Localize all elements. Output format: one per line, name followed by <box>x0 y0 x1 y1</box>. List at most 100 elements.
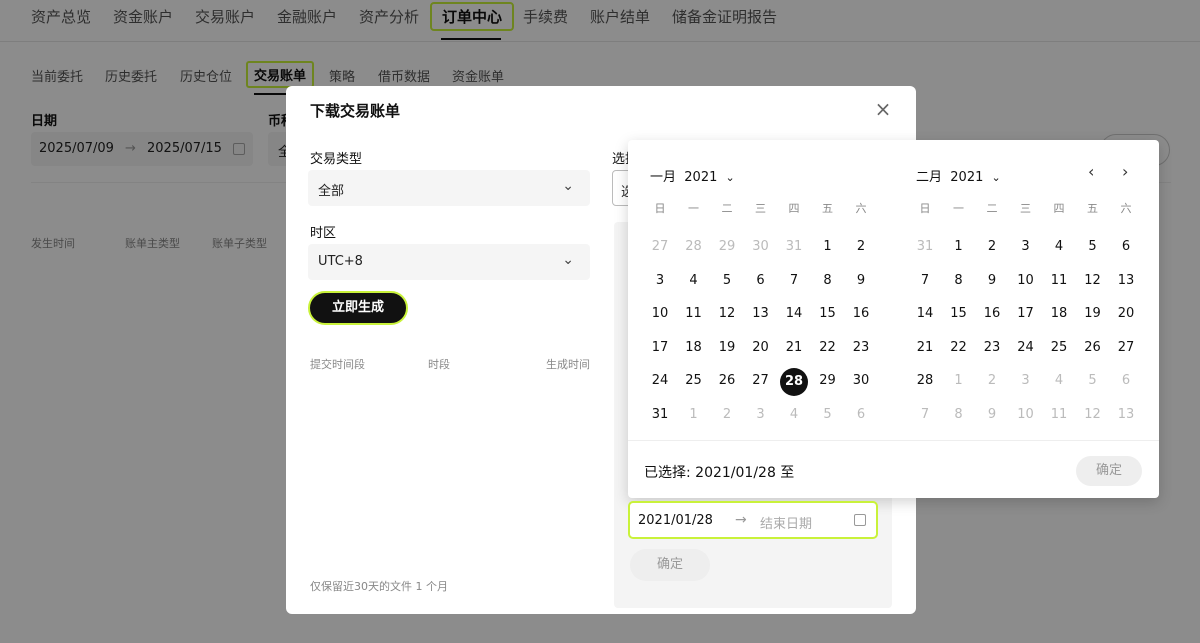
calendar-day[interactable]: 27 <box>1109 335 1143 361</box>
calendar-day[interactable]: 4 <box>1042 234 1076 260</box>
calendar-day[interactable]: 6 <box>1109 368 1143 394</box>
calendar-day[interactable]: 30 <box>844 368 878 394</box>
right-month-header[interactable]: 二月 2021 ⌄ <box>916 166 1001 185</box>
calendar-day[interactable]: 5 <box>1076 368 1110 394</box>
calendar-day[interactable]: 9 <box>844 268 878 294</box>
calendar-day[interactable]: 25 <box>1042 335 1076 361</box>
calendar-day[interactable]: 31 <box>643 402 677 428</box>
confirm-button[interactable]: 确定 <box>630 549 710 581</box>
close-icon[interactable]: × <box>872 98 894 120</box>
calendar-day-selected[interactable]: 28 <box>777 368 811 396</box>
calendar-day[interactable]: 20 <box>744 335 778 361</box>
calendar-day[interactable]: 19 <box>1076 301 1110 327</box>
calendar-day[interactable]: 27 <box>643 234 677 260</box>
calendar-day[interactable]: 14 <box>908 301 942 327</box>
calendar-day[interactable]: 11 <box>677 301 711 327</box>
calendar-day[interactable]: 9 <box>975 268 1009 294</box>
calendar-day[interactable]: 22 <box>811 335 845 361</box>
calendar-day[interactable]: 12 <box>710 301 744 327</box>
calendar-day[interactable]: 1 <box>811 234 845 260</box>
calendar-day[interactable]: 2 <box>710 402 744 428</box>
calendar-ok-button[interactable]: 确定 <box>1076 456 1142 486</box>
calendar-day[interactable]: 11 <box>1042 402 1076 428</box>
calendar-day[interactable]: 17 <box>1009 301 1043 327</box>
calendar-day[interactable]: 2 <box>975 234 1009 260</box>
generate-button[interactable]: 立即生成 <box>308 291 408 325</box>
calendar-day[interactable]: 27 <box>744 368 778 394</box>
chevron-down-icon: ⌄ <box>562 178 574 194</box>
calendar-day[interactable]: 10 <box>1009 268 1043 294</box>
calendar-day[interactable]: 6 <box>844 402 878 428</box>
range-date-input[interactable]: 2021/01/28 → 结束日期 <box>628 501 878 539</box>
timezone-select[interactable]: UTC+8 ⌄ <box>308 244 590 280</box>
calendar-day[interactable]: 7 <box>908 268 942 294</box>
calendar-day[interactable]: 13 <box>1109 402 1143 428</box>
calendar-day[interactable]: 2 <box>975 368 1009 394</box>
calendar-day[interactable]: 17 <box>643 335 677 361</box>
calendar-day[interactable]: 15 <box>942 301 976 327</box>
calendar-day[interactable]: 1 <box>942 234 976 260</box>
calendar-day[interactable]: 5 <box>1076 234 1110 260</box>
calendar-day[interactable]: 30 <box>744 234 778 260</box>
calendar-day[interactable]: 10 <box>1009 402 1043 428</box>
calendar-day[interactable]: 13 <box>1109 268 1143 294</box>
calendar-day[interactable]: 19 <box>710 335 744 361</box>
calendar-day[interactable]: 7 <box>777 268 811 294</box>
calendar-day[interactable]: 22 <box>942 335 976 361</box>
left-month-header[interactable]: 一月 2021 ⌄ <box>650 166 735 185</box>
arrow-right-icon: → <box>735 512 747 528</box>
calendar-day[interactable]: 11 <box>1042 268 1076 294</box>
calendar-day[interactable]: 24 <box>1009 335 1043 361</box>
calendar-day[interactable]: 8 <box>942 268 976 294</box>
calendar-day[interactable]: 3 <box>1009 368 1043 394</box>
end-date-placeholder[interactable]: 结束日期 <box>760 513 812 532</box>
calendar-day[interactable]: 18 <box>1042 301 1076 327</box>
calendar-day[interactable]: 28 <box>908 368 942 394</box>
weekday-label: 二 <box>721 202 733 215</box>
calendar-day[interactable]: 7 <box>908 402 942 428</box>
calendar-day[interactable]: 24 <box>643 368 677 394</box>
calendar-day[interactable]: 28 <box>677 234 711 260</box>
calendar-day[interactable]: 8 <box>811 268 845 294</box>
calendar-day[interactable]: 1 <box>677 402 711 428</box>
calendar-day[interactable]: 4 <box>777 402 811 428</box>
calendar-day[interactable]: 3 <box>643 268 677 294</box>
calendar-day[interactable]: 6 <box>1109 234 1143 260</box>
calendar-day[interactable]: 10 <box>643 301 677 327</box>
calendar-day[interactable]: 5 <box>811 402 845 428</box>
calendar-day[interactable]: 25 <box>677 368 711 394</box>
calendar-day[interactable]: 21 <box>908 335 942 361</box>
calendar-day[interactable]: 18 <box>677 335 711 361</box>
calendar-day[interactable]: 12 <box>1076 268 1110 294</box>
calendar-day[interactable]: 15 <box>811 301 845 327</box>
calendar-day[interactable]: 26 <box>1076 335 1110 361</box>
calendar-day[interactable]: 3 <box>1009 234 1043 260</box>
calendar-day[interactable]: 9 <box>975 402 1009 428</box>
next-month-icon[interactable]: › <box>1122 162 1128 181</box>
calendar-day[interactable]: 8 <box>942 402 976 428</box>
calendar-day[interactable]: 2 <box>844 234 878 260</box>
calendar-day[interactable]: 29 <box>710 234 744 260</box>
calendar-day[interactable]: 31 <box>908 234 942 260</box>
calendar-day[interactable]: 23 <box>975 335 1009 361</box>
calendar-day[interactable]: 4 <box>677 268 711 294</box>
calendar-day[interactable]: 3 <box>744 402 778 428</box>
calendar-day[interactable]: 1 <box>942 368 976 394</box>
calendar-day[interactable]: 23 <box>844 335 878 361</box>
calendar-day[interactable]: 16 <box>844 301 878 327</box>
calendar-day[interactable]: 20 <box>1109 301 1143 327</box>
calendar-day[interactable]: 31 <box>777 234 811 260</box>
calendar-day[interactable]: 14 <box>777 301 811 327</box>
calendar-day[interactable]: 4 <box>1042 368 1076 394</box>
calendar-day[interactable]: 26 <box>710 368 744 394</box>
weekday-label: 一 <box>953 202 964 215</box>
calendar-day[interactable]: 21 <box>777 335 811 361</box>
calendar-day[interactable]: 12 <box>1076 402 1110 428</box>
calendar-day[interactable]: 16 <box>975 301 1009 327</box>
calendar-day[interactable]: 6 <box>744 268 778 294</box>
prev-month-icon[interactable]: ‹ <box>1088 162 1094 181</box>
calendar-day[interactable]: 29 <box>811 368 845 394</box>
trade-type-select[interactable]: 全部 ⌄ <box>308 170 590 206</box>
calendar-day[interactable]: 13 <box>744 301 778 327</box>
calendar-day[interactable]: 5 <box>710 268 744 294</box>
